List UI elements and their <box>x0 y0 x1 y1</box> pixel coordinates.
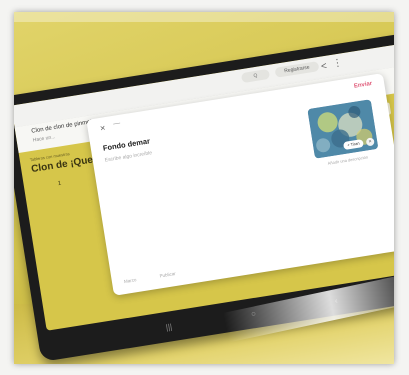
painting-image <box>307 99 379 159</box>
frame-highlight <box>14 12 394 22</box>
description-input[interactable]: Escribe algo increíble <box>104 150 152 163</box>
close-icon[interactable]: ✕ <box>99 124 106 133</box>
board-pin-count: 1 <box>57 180 62 188</box>
send-button[interactable]: Enviar <box>354 81 373 90</box>
page-subtitle: Hace un... <box>32 134 56 144</box>
footer-option-left[interactable]: Marco <box>124 277 137 284</box>
tablet-screen: < ⋮ Q Registrarse Clon de clon de pinme!… <box>14 41 394 331</box>
footer-option-mid[interactable]: Publicar <box>159 271 176 278</box>
recents-icon[interactable]: ||| <box>165 322 173 332</box>
share-icon[interactable]: < <box>320 61 327 73</box>
menu-icon[interactable]: ⋮ <box>332 57 344 69</box>
dialog-title[interactable]: Fondo demar <box>102 136 150 152</box>
image-thumbnail[interactable]: + Tiran × <box>307 99 379 159</box>
minimize-icon[interactable]: — <box>113 120 121 128</box>
photo: < ⋮ Q Registrarse Clon de clon de pinme!… <box>14 12 394 364</box>
